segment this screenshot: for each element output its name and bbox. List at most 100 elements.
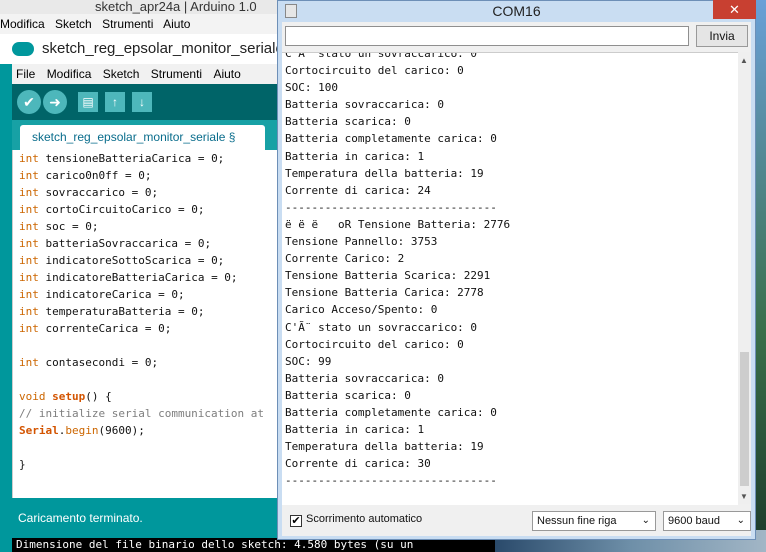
code-keyword: int xyxy=(19,254,46,267)
send-input[interactable] xyxy=(285,26,689,46)
arduino-title-bar[interactable]: sketch_reg_epsolar_monitor_seriale xyxy=(0,34,277,64)
serial-output-line: Cortocircuito del carico: 0 xyxy=(285,337,464,351)
serial-output-line: Corrente di carica: 30 xyxy=(285,457,431,471)
arduino-toolbar: ✔ ➜ ▤ ↑ ↓ xyxy=(12,84,277,120)
code-class: Serial xyxy=(19,424,59,437)
code-line: } xyxy=(19,458,26,471)
serial-output-line: Tensione Pannello: 3753 xyxy=(285,235,438,249)
serial-output-line: C'Ã¨ stato un sovraccarico: 0 xyxy=(285,320,478,334)
code-keyword: int xyxy=(19,356,46,369)
code-line: int temperaturaBatteria = 0; xyxy=(19,305,205,318)
serial-output-line: Batteria completamente carica: 0 xyxy=(285,132,497,146)
serial-output-line: Corrente Carico: 2 xyxy=(285,252,405,266)
baud-value: 9600 baud xyxy=(668,515,720,527)
line-ending-select[interactable]: Nessun fine riga ⌄ xyxy=(532,511,656,531)
code-line: int indicatoreCarica = 0; xyxy=(19,288,185,301)
code-keyword: int xyxy=(19,203,46,216)
code-line: // initialize serial communication at xyxy=(19,405,264,422)
code-keyword: int xyxy=(19,186,46,199)
menu-aiuto[interactable]: Aiuto xyxy=(163,17,190,31)
code-line: int indicatoreBatteriaCarica = 0; xyxy=(19,271,238,284)
close-button[interactable]: ✕ xyxy=(713,0,756,19)
code-line: Serial.begin(9600); xyxy=(19,424,145,437)
document-icon: ▤ xyxy=(82,95,94,109)
serial-output-line: Batteria scarica: 0 xyxy=(285,388,411,402)
serial-output-line: Cortocircuito del carico: 0 xyxy=(285,64,464,78)
code-line: int correnteCarica = 0; xyxy=(19,322,172,335)
menu-strumenti[interactable]: Strumenti xyxy=(102,17,153,31)
menu-sketch[interactable]: Sketch xyxy=(55,17,92,31)
background-window-title[interactable]: sketch_apr24a | Arduino 1.0 xyxy=(0,0,290,14)
code-line: int carico0n0ff = 0; xyxy=(19,169,152,182)
tab-sketch[interactable]: sketch_reg_epsolar_monitor_seriale § xyxy=(20,125,265,150)
chevron-down-icon: ⌄ xyxy=(641,515,650,526)
code-keyword: int xyxy=(19,169,46,182)
menu-strumenti[interactable]: Strumenti xyxy=(151,67,202,81)
code-line: int batteriaSovraccarica = 0; xyxy=(19,237,212,250)
code-line: int tensioneBatteriaCarica = 0; xyxy=(19,152,225,165)
serial-output-line: Batteria sovraccarica: 0 xyxy=(285,371,444,385)
scroll-up-icon[interactable]: ▲ xyxy=(740,56,748,65)
serial-output-line: SOC: 100 xyxy=(285,81,338,95)
arduino-window-title: sketch_reg_epsolar_monitor_seriale xyxy=(42,40,277,57)
baud-select[interactable]: 9600 baud ⌄ xyxy=(663,511,751,531)
background-window-menu: Modifica Sketch Strumenti Aiuto xyxy=(0,14,290,34)
serial-output-line: Batteria completamente carica: 0 xyxy=(285,405,497,419)
code-keyword: int xyxy=(19,152,46,165)
check-icon: ✔ xyxy=(23,94,35,110)
code-line: int contasecondi = 0; xyxy=(19,356,159,369)
code-editor[interactable]: int tensioneBatteriaCarica = 0; int caric… xyxy=(12,150,278,498)
code-line: int soc = 0; xyxy=(19,220,99,233)
new-button[interactable]: ▤ xyxy=(78,92,98,112)
code-keyword: int xyxy=(19,220,46,233)
code-keyword: int xyxy=(19,288,46,301)
serial-output[interactable]: C'Ã¨ stato un sovraccarico: 0 Cortocircui… xyxy=(282,52,738,505)
menu-sketch[interactable]: Sketch xyxy=(103,67,140,81)
serial-monitor-title[interactable]: COM16 xyxy=(277,0,756,22)
arduino-logo-icon xyxy=(12,42,34,56)
send-button[interactable]: Invia xyxy=(696,25,748,47)
desktop-background xyxy=(756,0,766,552)
line-ending-value: Nessun fine riga xyxy=(537,515,617,527)
code-keyword: int xyxy=(19,305,46,318)
serial-output-line: Carico Acceso/Spento: 0 xyxy=(285,303,438,317)
code-keyword: int xyxy=(19,237,46,250)
code-line: void setup() { xyxy=(19,390,112,403)
code-keyword: int xyxy=(19,271,46,284)
serial-output-line: SOC: 99 xyxy=(285,354,332,368)
menu-modifica[interactable]: Modifica xyxy=(0,17,45,31)
menu-file[interactable]: File xyxy=(16,67,35,81)
arrow-right-icon: ➜ xyxy=(49,94,61,110)
code-line: int indicatoreSottoScarica = 0; xyxy=(19,254,225,267)
arrow-down-icon: ↓ xyxy=(139,95,145,109)
menu-modifica[interactable]: Modifica xyxy=(47,67,92,81)
save-button[interactable]: ↓ xyxy=(132,92,152,112)
chevron-down-icon: ⌄ xyxy=(736,515,745,526)
serial-output-lines: C'Ã¨ stato un sovraccarico: 0 Cortocircui… xyxy=(285,53,511,489)
verify-button[interactable]: ✔ xyxy=(17,90,41,114)
code-lines: int tensioneBatteriaCarica = 0; int caric… xyxy=(19,150,264,473)
serial-output-line: Batteria scarica: 0 xyxy=(285,115,411,129)
upload-button[interactable]: ➜ xyxy=(43,90,67,114)
arduino-menu-bar: File Modifica Sketch Strumenti Aiuto xyxy=(12,64,277,84)
code-function: setup xyxy=(52,390,86,403)
menu-aiuto[interactable]: Aiuto xyxy=(213,67,240,81)
scroll-down-icon[interactable]: ▼ xyxy=(740,492,748,501)
code-line: int sovraccarico = 0; xyxy=(19,186,159,199)
serial-output-line: -------------------------------- xyxy=(285,200,497,214)
open-button[interactable]: ↑ xyxy=(105,92,125,112)
status-bar: Caricamento terminato. xyxy=(12,498,277,538)
scrollbar-thumb[interactable] xyxy=(740,352,749,486)
code-keyword: void xyxy=(19,390,53,403)
serial-output-line: Corrente di carica: 24 xyxy=(285,183,431,197)
checkmark-icon: ✔ xyxy=(291,515,301,527)
console-output: Dimensione del file binario dello sketch… xyxy=(12,538,495,552)
sketch-tab-bar: sketch_reg_epsolar_monitor_seriale § xyxy=(12,120,277,150)
autoscroll-checkbox[interactable]: ✔ xyxy=(290,515,302,527)
serial-output-line: Tensione Batteria Carica: 2778 xyxy=(285,286,484,300)
serial-output-line: Temperatura della batteria: 19 xyxy=(285,440,484,454)
serial-output-line: ë ë ë oR Tensione Batteria: 2776 xyxy=(285,217,511,231)
serial-output-line: Tensione Batteria Scarica: 2291 xyxy=(285,269,491,283)
